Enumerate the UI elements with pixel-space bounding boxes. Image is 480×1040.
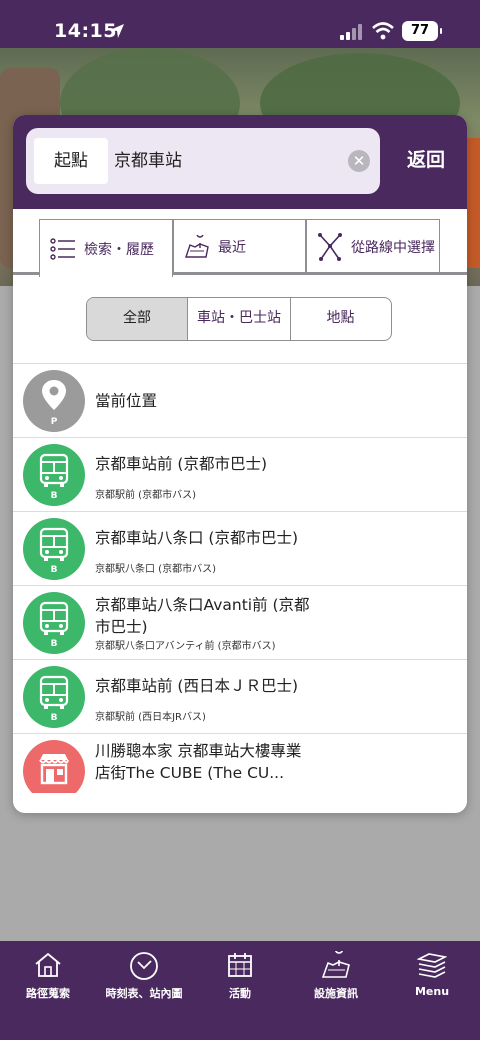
badge-letter: B (50, 565, 58, 575)
badge-letter: B (50, 639, 58, 649)
tab-label: 從路線中選擇 (351, 239, 435, 256)
item-title: 京都車站八条口 (京都市巴士) (95, 529, 299, 547)
bottom-nav: 路徑蒐索 時刻表、站內圖 活動 設施資訊 Menu (0, 941, 480, 1040)
list-item[interactable]: B 京都車站前 (京都市巴士) 京都駅前 (京都市バス) (13, 437, 467, 511)
list-item[interactable]: B 京都車站前 (西日本ＪＲ巴士) 京都駅前 (西日本JRバス) (13, 659, 467, 733)
wifi-icon (372, 22, 394, 40)
badge-letter: B (50, 713, 58, 723)
shop-icon (39, 754, 69, 785)
bus-icon (39, 601, 69, 635)
panel-header: 起點 京都車站 ✕ 返回 (13, 115, 467, 209)
tab-select-route[interactable]: 從路線中選擇 (306, 219, 440, 273)
cellular-signal-icon (340, 24, 362, 40)
map-facility-icon (321, 951, 350, 978)
list-item[interactable]: B 京都車站八条口Avanti前 (京都市巴士) 京都駅八条口アバンティ前 (京… (13, 585, 467, 659)
bus-badge: B (23, 518, 85, 580)
nav-timetable[interactable]: 時刻表、站內圖 (96, 941, 192, 1040)
list-item[interactable]: 川勝聰本家 京都車站大樓專業店街The CUBE (The CU... (13, 733, 467, 793)
status-bar: 14:15 77 (0, 0, 480, 48)
shop-badge (23, 740, 85, 793)
bus-icon (39, 675, 69, 709)
nav-route-search[interactable]: 路徑蒐索 (0, 941, 96, 1040)
tab-search-history[interactable]: 檢索・履歷 (39, 219, 173, 277)
tab-label: 最近 (218, 239, 246, 256)
item-subtitle: 京都駅八条口アバンティ前 (京都市バス) (95, 641, 276, 652)
map-icon (185, 234, 209, 258)
home-icon (35, 952, 61, 977)
bus-badge: B (23, 592, 85, 654)
route-icon (318, 232, 342, 261)
origin-search-box[interactable]: 起點 京都車站 ✕ (26, 128, 380, 194)
nav-menu[interactable]: Menu (384, 941, 480, 1040)
item-title: 川勝聰本家 京都車站大樓專業店街The CUBE (The CU... (95, 742, 302, 782)
mode-tabs: 檢索・履歷 最近 從路線中選擇 (13, 209, 467, 277)
item-title: 京都車站前 (京都市巴士) (95, 455, 268, 473)
nav-label: 路徑蒐索 (26, 987, 70, 1000)
item-subtitle: 京都駅前 (西日本JRバス) (95, 712, 206, 723)
tab-label: 檢索・履歷 (84, 241, 154, 258)
list-item[interactable]: B 京都車站八条口 (京都市巴士) 京都駅八条口 (京都市バス) (13, 511, 467, 585)
calendar-icon (228, 953, 252, 977)
badge-letter: P (50, 417, 58, 427)
filter-stations[interactable]: 車站・巴士站 (188, 298, 291, 340)
nav-label: 設施資訊 (314, 987, 358, 1000)
list-item[interactable]: P 當前位置 (13, 363, 467, 437)
item-subtitle: 京都駅八条口 (京都市バス) (95, 564, 216, 575)
bus-badge: B (23, 666, 85, 728)
location-arrow-icon (110, 24, 124, 38)
item-title: 當前位置 (95, 392, 158, 410)
nav-events[interactable]: 活動 (192, 941, 288, 1040)
list-icon (50, 237, 75, 260)
bus-badge: B (23, 444, 85, 506)
nav-label: 活動 (229, 987, 251, 1000)
item-subtitle: 京都駅前 (京都市バス) (95, 490, 196, 501)
battery-indicator: 77 (402, 21, 442, 41)
nav-label: 時刻表、站內圖 (105, 987, 183, 1000)
search-panel: 起點 京都車站 ✕ 返回 檢索・履歷 最近 從路線中選擇 全部 車站・巴士站 地… (13, 115, 467, 813)
clear-button[interactable]: ✕ (348, 150, 370, 172)
location-pin-icon (42, 380, 66, 410)
back-button[interactable]: 返回 (391, 145, 461, 172)
origin-search-input[interactable]: 京都車站 (114, 128, 182, 194)
clock-icon (130, 952, 158, 980)
result-list: P 當前位置 B 京都車站前 (京都市巴士) 京都駅前 (京都市バス) B 京都… (13, 363, 467, 793)
filter-all[interactable]: 全部 (87, 298, 188, 340)
filter-segmented-control: 全部 車站・巴士站 地點 (86, 297, 392, 341)
bus-icon (39, 453, 69, 487)
bus-icon (39, 527, 69, 561)
tab-nearby[interactable]: 最近 (173, 219, 306, 273)
item-title: 京都車站前 (西日本ＪＲ巴士) (95, 677, 299, 695)
nav-facilities[interactable]: 設施資訊 (288, 941, 384, 1040)
badge-letter: B (50, 491, 58, 501)
origin-label: 起點 (34, 138, 108, 184)
filter-places[interactable]: 地點 (291, 298, 390, 340)
location-pin-badge: P (23, 370, 85, 432)
item-title: 京都車站八条口Avanti前 (京都市巴士) (95, 596, 310, 636)
nav-label: Menu (414, 985, 450, 998)
layers-icon (417, 953, 447, 978)
